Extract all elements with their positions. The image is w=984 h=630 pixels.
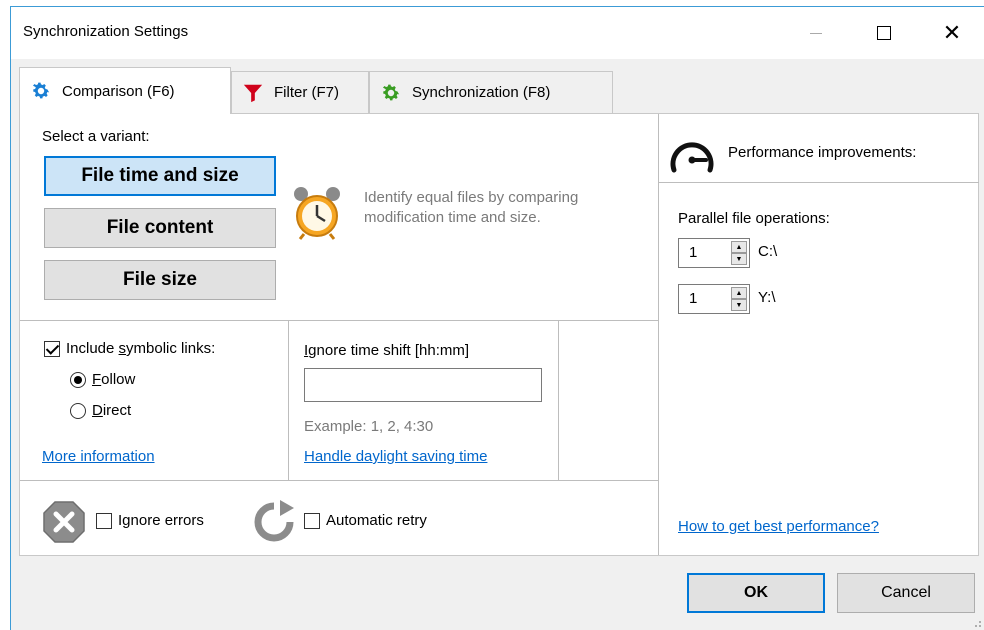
cancel-button[interactable]: Cancel: [837, 573, 975, 613]
timeshift-example: Example: 1, 2, 4:30: [304, 418, 434, 435]
tab-filter[interactable]: Filter (F7): [231, 71, 369, 113]
performance-title: Performance improvements:: [728, 144, 917, 161]
variant-size-button[interactable]: File size: [44, 260, 276, 300]
daylight-saving-link[interactable]: Handle daylight saving time: [304, 448, 487, 465]
gear-icon: [382, 84, 400, 100]
include-symlinks-label: Include symbolic links:: [66, 340, 215, 357]
funnel-icon: [243, 84, 263, 102]
parallel-ops-c-spinner[interactable]: 1 ▲ ▼: [678, 238, 750, 268]
ignore-errors-checkbox[interactable]: [96, 513, 112, 529]
close-button[interactable]: ✕: [927, 7, 977, 59]
parallel-ops-y-value: 1: [689, 290, 698, 307]
resize-grip-icon[interactable]: [972, 618, 982, 628]
spinner-down-icon[interactable]: ▼: [731, 253, 747, 265]
more-information-link[interactable]: More information: [42, 448, 155, 465]
symlink-divider: [288, 321, 289, 481]
follow-label: Follow: [92, 371, 135, 388]
sync-settings-dialog: Synchronization Settings ✕ Comparison (F…: [10, 6, 984, 630]
minimize-button[interactable]: [791, 7, 841, 59]
options-divider: [20, 480, 658, 481]
follow-radio[interactable]: [70, 372, 86, 388]
alarm-clock-icon: [294, 187, 340, 240]
best-performance-link[interactable]: How to get best performance?: [678, 518, 879, 535]
spinner-arrows[interactable]: ▲ ▼: [731, 287, 747, 311]
variant-description-line1: Identify equal files by comparing: [364, 189, 579, 206]
follow-mnemonic: F: [92, 371, 102, 388]
spinner-up-icon[interactable]: ▲: [731, 241, 747, 253]
follow-label-rest: ollow: [101, 371, 136, 388]
parallel-ops-label: Parallel file operations:: [678, 210, 830, 227]
ignore-timeshift-label-rest: gnore time shift [hh:mm]: [308, 342, 470, 359]
variant-content-button[interactable]: File content: [44, 208, 276, 248]
include-symlinks-checkbox[interactable]: [44, 341, 60, 357]
direct-label-rest: irect: [102, 402, 132, 419]
maximize-button[interactable]: [859, 7, 909, 59]
timeshift-input[interactable]: [304, 368, 542, 402]
maximize-icon: [877, 26, 891, 40]
spinner-up-icon[interactable]: ▲: [731, 287, 747, 299]
tab-comparison-label: Comparison (F6): [62, 82, 175, 100]
drive-c-label: C:\: [758, 243, 778, 260]
direct-mnemonic: D: [92, 402, 103, 419]
perf-header-divider: [659, 182, 979, 183]
automatic-retry-label: Automatic retry: [326, 512, 427, 529]
spinner-down-icon[interactable]: ▼: [731, 299, 747, 311]
title-bar: Synchronization Settings ✕: [11, 7, 984, 59]
timeshift-divider: [558, 321, 559, 481]
window-title: Synchronization Settings: [23, 23, 189, 40]
drive-y-label: Y:\: [758, 289, 776, 306]
tab-comparison[interactable]: Comparison (F6): [19, 67, 231, 114]
error-octagon-icon: [43, 501, 85, 543]
parallel-ops-y-spinner[interactable]: 1 ▲ ▼: [678, 284, 750, 314]
variant-divider: [20, 320, 658, 321]
ignore-timeshift-label: Ignore time shift [hh:mm]: [304, 342, 469, 359]
ignore-errors-label: Ignore errors: [118, 512, 204, 529]
variant-time-size-button[interactable]: File time and size: [44, 156, 276, 196]
tab-filter-label: Filter (F7): [274, 84, 339, 101]
variant-description-line2: modification time and size.: [364, 209, 541, 226]
include-symlinks-label-prefix: Include: [66, 340, 119, 357]
parallel-ops-c-value: 1: [689, 244, 698, 261]
close-icon: ✕: [942, 20, 962, 45]
gear-icon: [32, 82, 50, 99]
tab-synchronization[interactable]: Synchronization (F8): [369, 71, 613, 113]
retry-icon: [254, 500, 294, 542]
tab-synchronization-label: Synchronization (F8): [412, 84, 551, 101]
ok-button[interactable]: OK: [687, 573, 825, 613]
automatic-retry-checkbox[interactable]: [304, 513, 320, 529]
comparison-panel: Select a variant: File time and size Fil…: [19, 113, 979, 556]
variant-description: Identify equal files by comparing modifi…: [364, 188, 578, 228]
speedometer-icon: [670, 142, 714, 173]
direct-label: Direct: [92, 402, 131, 419]
spinner-arrows[interactable]: ▲ ▼: [731, 241, 747, 265]
direct-radio[interactable]: [70, 403, 86, 419]
include-symlinks-mnemonic: s: [118, 340, 127, 357]
minimize-icon: [810, 32, 822, 34]
right-divider: [658, 114, 659, 555]
include-symlinks-label-suffix: ymbolic links:: [126, 340, 216, 357]
select-variant-label: Select a variant:: [42, 128, 150, 145]
